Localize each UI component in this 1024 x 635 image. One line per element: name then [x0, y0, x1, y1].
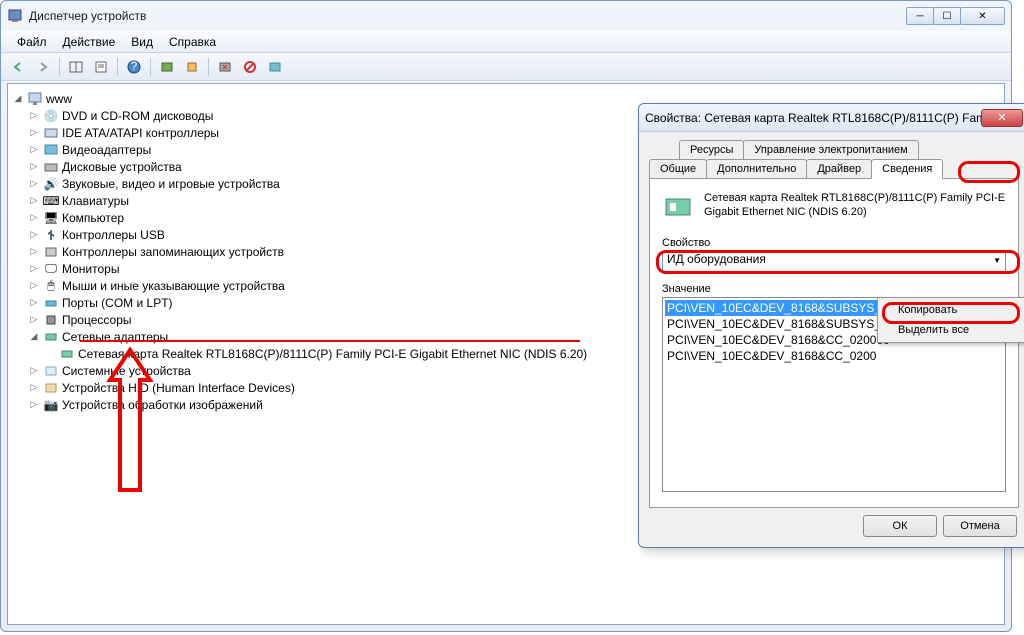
tab-power[interactable]: Управление электропитанием	[743, 140, 918, 159]
expand-icon[interactable]: ▷	[28, 263, 40, 275]
tab-content: Сетевая карта Realtek RTL8168C(P)/8111C(…	[649, 178, 1019, 508]
window-title: Диспетчер устройств	[29, 9, 907, 23]
show-hidden-button[interactable]	[65, 56, 87, 78]
tab-details[interactable]: Сведения	[871, 159, 943, 179]
dialog-titlebar: Свойства: Сетевая карта Realtek RTL8168C…	[639, 104, 1024, 132]
audio-icon: 🔊	[43, 176, 59, 192]
expand-icon[interactable]: ▷	[28, 399, 40, 411]
collapse-icon[interactable]: ◢	[28, 331, 40, 343]
expand-icon[interactable]: ▷	[28, 161, 40, 173]
forward-button[interactable]	[32, 56, 54, 78]
device-icon	[662, 191, 694, 223]
disable-button[interactable]	[239, 56, 261, 78]
expand-icon[interactable]: ▷	[28, 178, 40, 190]
context-menu: Копировать Выделить все	[877, 297, 1024, 343]
expand-icon[interactable]: ▷	[28, 144, 40, 156]
dvd-icon: 💿	[43, 108, 59, 124]
pc-icon: 🖥	[43, 210, 59, 226]
tab-advanced[interactable]: Дополнительно	[706, 159, 807, 178]
menu-file[interactable]: Файл	[9, 33, 55, 51]
usb-icon	[43, 227, 59, 243]
tab-general[interactable]: Общие	[649, 159, 707, 178]
context-select-all[interactable]: Выделить все	[880, 320, 1024, 340]
context-copy[interactable]: Копировать	[880, 300, 1024, 320]
expand-icon[interactable]: ▷	[28, 212, 40, 224]
help-button[interactable]: ?	[123, 56, 145, 78]
ok-button[interactable]: ОК	[863, 515, 937, 537]
disk-icon	[43, 159, 59, 175]
titlebar: Диспетчер устройств ─ ☐ ✕	[1, 1, 1011, 31]
property-select[interactable]: ИД оборудования	[662, 251, 1006, 273]
expand-icon[interactable]: ▷	[28, 365, 40, 377]
app-icon	[7, 8, 23, 24]
tab-driver[interactable]: Драйвер	[806, 159, 872, 178]
scan-hardware-button[interactable]	[264, 56, 286, 78]
menubar: Файл Действие Вид Справка	[1, 31, 1011, 53]
cancel-button[interactable]: Отмена	[943, 515, 1017, 537]
cpu-icon	[43, 312, 59, 328]
dialog-title: Свойства: Сетевая карта Realtek RTL8168C…	[645, 111, 981, 125]
controller-icon	[43, 125, 59, 141]
dialog-close-button[interactable]: ✕	[981, 109, 1023, 127]
expand-icon[interactable]: ▷	[28, 297, 40, 309]
device-name: Сетевая карта Realtek RTL8168C(P)/8111C(…	[704, 191, 1006, 223]
mouse-icon: 🖱	[43, 278, 59, 294]
monitor-icon: 🖵	[43, 261, 59, 277]
expand-icon[interactable]: ▷	[28, 127, 40, 139]
uninstall-button[interactable]	[214, 56, 236, 78]
minimize-button[interactable]: ─	[906, 7, 934, 25]
expand-icon[interactable]: ▷	[28, 195, 40, 207]
system-icon	[43, 363, 59, 379]
tab-resources[interactable]: Ресурсы	[679, 140, 744, 159]
property-label: Свойство	[662, 237, 1006, 249]
menu-help[interactable]: Справка	[161, 33, 224, 51]
network-icon	[43, 329, 59, 345]
value-label: Значение	[662, 283, 1006, 295]
expand-icon[interactable]: ▷	[28, 229, 40, 241]
keyboard-icon: ⌨	[43, 193, 59, 209]
update-driver-button[interactable]	[181, 56, 203, 78]
maximize-button[interactable]: ☐	[933, 7, 961, 25]
annotation-underline	[80, 340, 580, 342]
expand-icon[interactable]: ▷	[28, 246, 40, 258]
display-icon	[43, 142, 59, 158]
expand-icon[interactable]: ▷	[28, 280, 40, 292]
imaging-icon: 📷	[43, 397, 59, 413]
properties-button[interactable]	[90, 56, 112, 78]
scan-button[interactable]	[156, 56, 178, 78]
expand-icon[interactable]: ▷	[28, 110, 40, 122]
expand-icon[interactable]: ▷	[28, 314, 40, 326]
close-button[interactable]: ✕	[960, 7, 1005, 25]
toolbar: ?	[1, 53, 1011, 81]
back-button[interactable]	[7, 56, 29, 78]
expand-icon[interactable]: ▷	[28, 382, 40, 394]
value-item[interactable]: PCI\VEN_10EC&DEV_8168&CC_0200	[665, 348, 1003, 364]
port-icon	[43, 295, 59, 311]
hid-icon	[43, 380, 59, 396]
computer-icon	[27, 91, 43, 107]
nic-icon	[59, 346, 75, 362]
storage-icon	[43, 244, 59, 260]
collapse-icon[interactable]: ◢	[12, 93, 24, 105]
svg-text:?: ?	[131, 60, 138, 73]
menu-view[interactable]: Вид	[123, 33, 161, 51]
menu-action[interactable]: Действие	[55, 33, 124, 51]
